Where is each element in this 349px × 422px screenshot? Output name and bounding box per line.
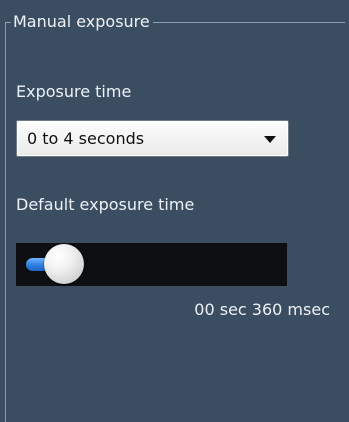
exposure-time-label: Exposure time <box>16 82 132 101</box>
exposure-time-dropdown[interactable]: 0 to 4 seconds <box>16 120 289 157</box>
exposure-time-selected-value: 0 to 4 seconds <box>27 129 145 148</box>
default-exposure-time-label: Default exposure time <box>16 195 195 214</box>
slider-thumb[interactable] <box>43 244 84 284</box>
chevron-down-icon[interactable] <box>264 136 276 143</box>
manual-exposure-title: Manual exposure <box>11 11 153 33</box>
default-exposure-readout: 00 sec 360 msec <box>194 300 330 319</box>
default-exposure-slider[interactable] <box>16 243 287 286</box>
